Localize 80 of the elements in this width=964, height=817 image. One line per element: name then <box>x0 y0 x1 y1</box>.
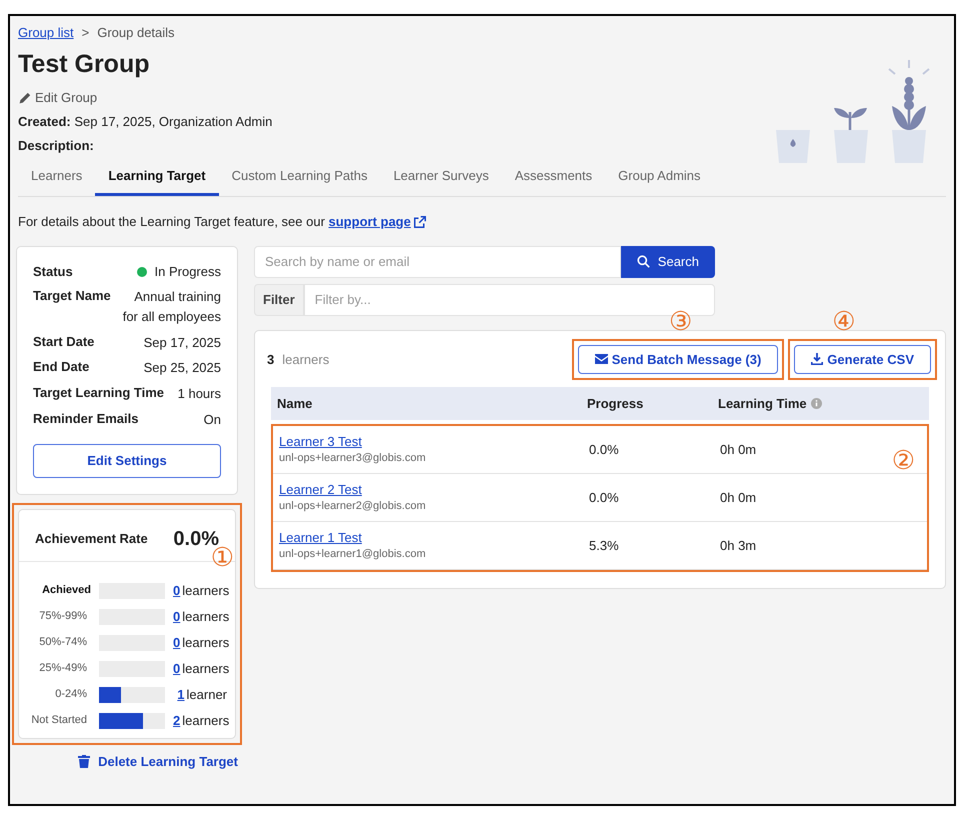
description-label: Description: <box>18 137 95 155</box>
column-header: Progress <box>587 394 644 412</box>
learner-email: unl-ops+learner2@globis.com <box>279 498 427 514</box>
count-unit: learners <box>182 660 230 678</box>
field-value: Sep 25, 2025 <box>144 359 221 378</box>
learning-time-cell: 0h 0m <box>720 440 756 458</box>
progress-cell-text: 0.0% <box>589 488 620 506</box>
field-value: Sep 17, 2025 <box>144 334 221 352</box>
support-page-link[interactable]: support page <box>328 214 411 229</box>
range-label: 25%-49% <box>38 661 88 676</box>
generate-csv-button[interactable]: Generate CSV <box>794 344 931 374</box>
range-label: 75%-99% <box>38 609 88 624</box>
column-header: Name <box>277 394 314 412</box>
created-info: Created: Sep 17, 2025, Organization Admin <box>18 113 274 131</box>
callout-number: ① <box>210 544 234 571</box>
learning-time-cell: 0h 3m <box>720 536 756 554</box>
learner-name-link[interactable]: Learner 1 Test <box>279 529 589 547</box>
search-field[interactable]: Search by name or email <box>254 246 621 278</box>
pencil-icon <box>18 92 31 105</box>
field-value: Annual training for all employees <box>122 288 221 326</box>
notice-text: For details about the Learning Target feature, see our support page <box>18 212 946 230</box>
breadcrumb-current: Group details <box>97 24 175 42</box>
trash-icon <box>78 754 90 768</box>
field-label: Target Learning Time <box>33 384 164 402</box>
edit-settings-button[interactable]: Edit Settings <box>33 444 221 478</box>
callout-number: ④ <box>832 308 856 335</box>
learner-email: unl-ops+learner3@globis.com <box>279 450 427 466</box>
field-label: End Date <box>33 358 90 376</box>
count-link[interactable]: 0 <box>173 608 180 626</box>
achievement-label: Achievement Rate <box>35 530 148 548</box>
tab[interactable]: Group Admins <box>605 161 714 196</box>
breadcrumb-separator: > <box>82 24 90 42</box>
learner-count: 3 <box>267 350 274 368</box>
tab[interactable]: Assessments <box>502 161 606 196</box>
search-icon <box>636 255 650 268</box>
field-label: Target Name <box>33 287 111 306</box>
tab[interactable]: Custom Learning Paths <box>218 161 380 196</box>
search-button[interactable]: Search <box>620 246 715 278</box>
edit-group-link[interactable]: Edit Group <box>18 89 98 107</box>
learner-name-link[interactable]: Learner 3 Test <box>279 433 589 451</box>
count-unit: learners <box>182 582 230 600</box>
count-link[interactable]: 0 <box>173 660 180 678</box>
count-unit: learners <box>182 608 230 626</box>
progress-cell-text: 0.0% <box>589 440 620 458</box>
learner-name-link[interactable]: Learner 2 Test <box>279 481 589 499</box>
count-link[interactable]: 2 <box>173 712 180 730</box>
info-icon <box>810 398 822 409</box>
count-unit: learner <box>186 686 227 704</box>
count-unit: learners <box>182 712 230 730</box>
tab[interactable]: Learner Surveys <box>380 161 502 196</box>
envelope-icon <box>594 354 608 364</box>
learning-time-cell: 0h 0m <box>720 488 756 506</box>
tab[interactable]: Learning Target <box>95 161 219 196</box>
count-link[interactable]: 1 <box>177 686 185 704</box>
field-value: On <box>204 411 221 430</box>
field-value: In Progress <box>154 263 221 281</box>
tab[interactable]: Learners <box>18 161 96 196</box>
delete-target-link[interactable]: Delete Learning Target <box>12 752 238 770</box>
column-header: Learning Time <box>718 394 923 412</box>
page-title: Test Group <box>18 48 150 80</box>
filter-label: Filter <box>254 284 304 316</box>
learner-count-unit: learners <box>282 350 330 368</box>
progress-cell-text: 5.3% <box>589 536 620 554</box>
send-batch-message-button[interactable]: Send Batch Message (3) <box>578 344 778 374</box>
field-label: Start Date <box>33 332 94 351</box>
range-label: Not Started <box>30 713 88 728</box>
count-link[interactable]: 0 <box>173 634 180 652</box>
learner-email: unl-ops+learner1@globis.com <box>279 546 427 562</box>
count-link[interactable]: 0 <box>173 582 180 600</box>
range-label: 0-24% <box>54 687 88 702</box>
count-unit: learners <box>182 634 230 652</box>
range-label: Achieved <box>41 583 91 598</box>
breadcrumb-link[interactable]: Group list <box>18 24 74 42</box>
field-label: Status <box>33 263 73 281</box>
range-label: 50%-74% <box>38 635 88 650</box>
field-label: Reminder Emails <box>33 410 138 428</box>
download-icon <box>811 353 824 366</box>
external-link-icon <box>414 216 426 228</box>
callout-number: ② <box>892 448 915 474</box>
field-value: 1 hours <box>178 385 221 404</box>
